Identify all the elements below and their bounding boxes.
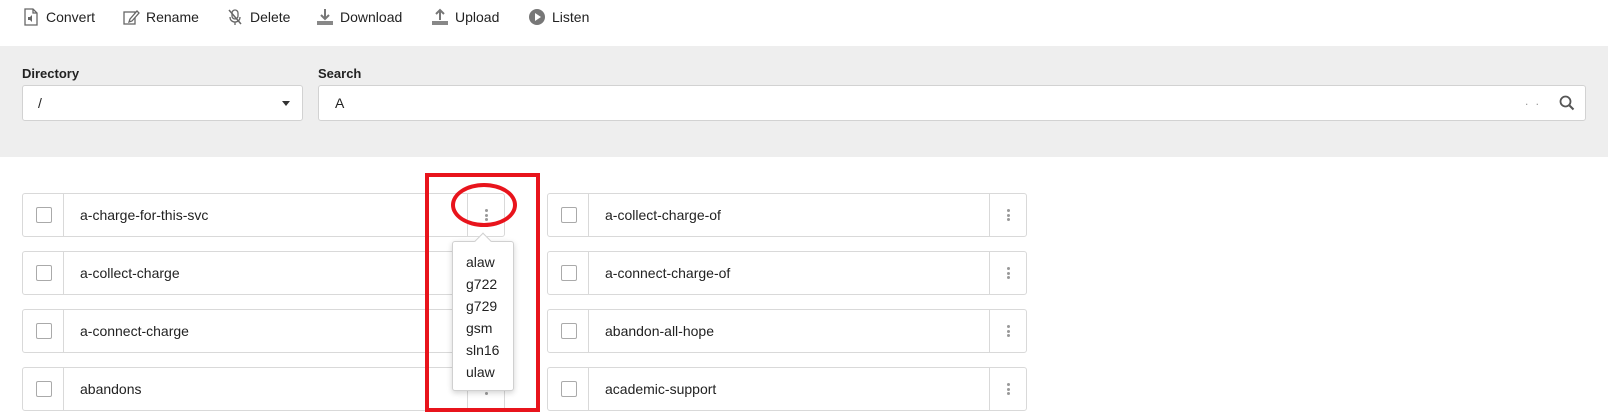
file-name: abandon-all-hope: [605, 323, 714, 339]
search-dots: . .: [1524, 94, 1541, 108]
file-card: a-connect-charge-of: [547, 251, 1027, 295]
directory-value: /: [38, 95, 42, 111]
directory-select[interactable]: /: [22, 85, 303, 121]
search-icon[interactable]: [1559, 95, 1575, 111]
checkbox-cell: [23, 368, 64, 410]
kebab-menu-icon: [485, 209, 488, 221]
select-checkbox[interactable]: [36, 323, 52, 339]
format-option-alaw[interactable]: alaw: [453, 251, 513, 273]
kebab-menu-button[interactable]: [467, 194, 504, 236]
kebab-menu-icon: [1007, 209, 1010, 221]
format-menu: alaw g722 g729 gsm sln16 ulaw: [452, 232, 514, 391]
upload-icon: [431, 8, 449, 26]
play-circle-icon: [528, 8, 546, 26]
download-label: Download: [340, 9, 403, 25]
kebab-menu-icon: [1007, 267, 1010, 279]
file-name: a-charge-for-this-svc: [80, 207, 209, 223]
kebab-menu-button[interactable]: [989, 310, 1026, 352]
convert-button[interactable]: Convert: [22, 6, 95, 28]
file-card: a-collect-charge-of: [547, 193, 1027, 237]
checkbox-cell: [23, 194, 64, 236]
mic-off-icon: [226, 8, 244, 26]
rename-label: Rename: [146, 9, 199, 25]
upload-button[interactable]: Upload: [431, 6, 499, 28]
file-card: a-collect-charge: [22, 251, 505, 295]
file-name: academic-support: [605, 381, 717, 397]
file-card: abandon-all-hope: [547, 309, 1027, 353]
select-checkbox[interactable]: [561, 381, 577, 397]
kebab-menu-icon: [1007, 383, 1010, 395]
format-option-ulaw[interactable]: ulaw: [453, 361, 513, 383]
delete-button[interactable]: Delete: [226, 6, 290, 28]
edit-icon: [122, 8, 140, 26]
file-name: abandons: [80, 381, 142, 397]
listen-button[interactable]: Listen: [528, 6, 589, 28]
checkbox-cell: [23, 310, 64, 352]
file-card: academic-support: [547, 367, 1027, 411]
caret-down-icon: [282, 101, 290, 106]
kebab-menu-button[interactable]: [989, 368, 1026, 410]
directory-label: Directory: [22, 66, 80, 81]
kebab-menu-button[interactable]: [989, 252, 1026, 294]
file-name: a-connect-charge: [80, 323, 189, 339]
checkbox-cell: [548, 194, 589, 236]
delete-label: Delete: [250, 9, 291, 25]
checkbox-cell: [548, 368, 589, 410]
format-option-gsm[interactable]: gsm: [453, 317, 513, 339]
checkbox-cell: [23, 252, 64, 294]
select-checkbox[interactable]: [561, 323, 577, 339]
search-field: . .: [318, 85, 1586, 121]
listen-label: Listen: [552, 9, 590, 25]
search-label: Search: [318, 66, 362, 81]
rename-button[interactable]: Rename: [122, 6, 199, 28]
select-checkbox[interactable]: [561, 207, 577, 223]
file-name: a-connect-charge-of: [605, 265, 731, 281]
select-checkbox[interactable]: [36, 381, 52, 397]
kebab-menu-icon: [1007, 325, 1010, 337]
checkbox-cell: [548, 310, 589, 352]
format-option-g729[interactable]: g729: [453, 295, 513, 317]
search-input[interactable]: [333, 93, 1473, 113]
download-button[interactable]: Download: [316, 6, 402, 28]
convert-label: Convert: [46, 9, 96, 25]
checkbox-cell: [548, 252, 589, 294]
filter-panel: Directory / Search . .: [0, 46, 1608, 157]
file-card: abandons: [22, 367, 505, 411]
audio-file-icon: [22, 8, 40, 26]
format-option-sln16[interactable]: sln16: [453, 339, 513, 361]
select-checkbox[interactable]: [36, 265, 52, 281]
upload-label: Upload: [455, 9, 500, 25]
file-name: a-collect-charge: [80, 265, 180, 281]
format-option-g722[interactable]: g722: [453, 273, 513, 295]
select-checkbox[interactable]: [561, 265, 577, 281]
file-name: a-collect-charge-of: [605, 207, 721, 223]
file-card: a-connect-charge: [22, 309, 505, 353]
download-icon: [316, 8, 334, 26]
file-card: a-charge-for-this-svc: [22, 193, 505, 237]
kebab-menu-button[interactable]: [989, 194, 1026, 236]
toolbar: Convert Rename Delete Download Upload Li…: [0, 0, 1608, 46]
select-checkbox[interactable]: [36, 207, 52, 223]
